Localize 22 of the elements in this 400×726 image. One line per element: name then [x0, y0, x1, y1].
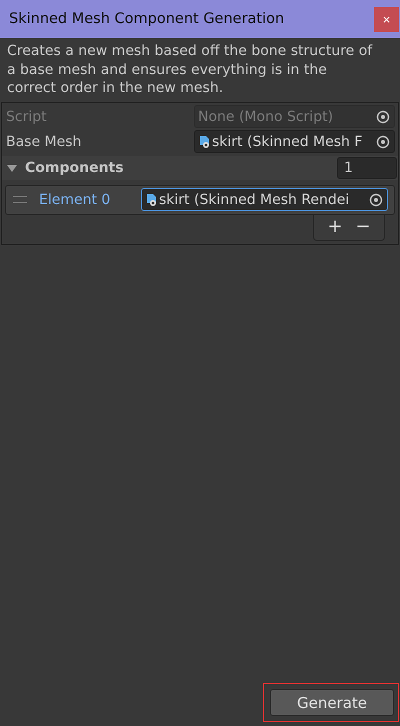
field-label: Script	[5, 108, 48, 124]
field-label: Base Mesh	[5, 134, 82, 150]
remove-button[interactable]: −	[350, 216, 376, 236]
window-title: Skinned Mesh Component Generation	[9, 11, 284, 27]
list-title: Components	[25, 160, 125, 176]
size-field[interactable]: 1	[337, 156, 397, 178]
generate-button[interactable]: Generate	[270, 689, 394, 716]
element-label: Element 0	[39, 192, 112, 208]
description-text: Creates a new mesh based off the bone structure of a base mesh and ensures everything is in the correct order in the new mesh.	[6, 42, 374, 98]
drag-handle-icon[interactable]	[13, 196, 27, 203]
add-button[interactable]: +	[322, 216, 348, 236]
object-field[interactable]: skirt (Skinned Mesh F	[194, 130, 395, 153]
field-value: skirt (Skinned Mesh F	[211, 134, 364, 150]
mesh-icon	[146, 192, 158, 206]
mesh-icon	[199, 134, 211, 148]
object-picker-icon[interactable]	[376, 134, 390, 148]
object-picker-icon[interactable]	[369, 192, 383, 206]
field-value: None (Mono Script)	[197, 108, 334, 124]
close-button[interactable]: ×	[374, 6, 399, 32]
foldout-icon[interactable]	[7, 162, 17, 172]
object-field[interactable]: skirt (Skinned Mesh Rendei	[141, 188, 388, 211]
field-value: skirt (Skinned Mesh Rendei	[158, 192, 350, 208]
